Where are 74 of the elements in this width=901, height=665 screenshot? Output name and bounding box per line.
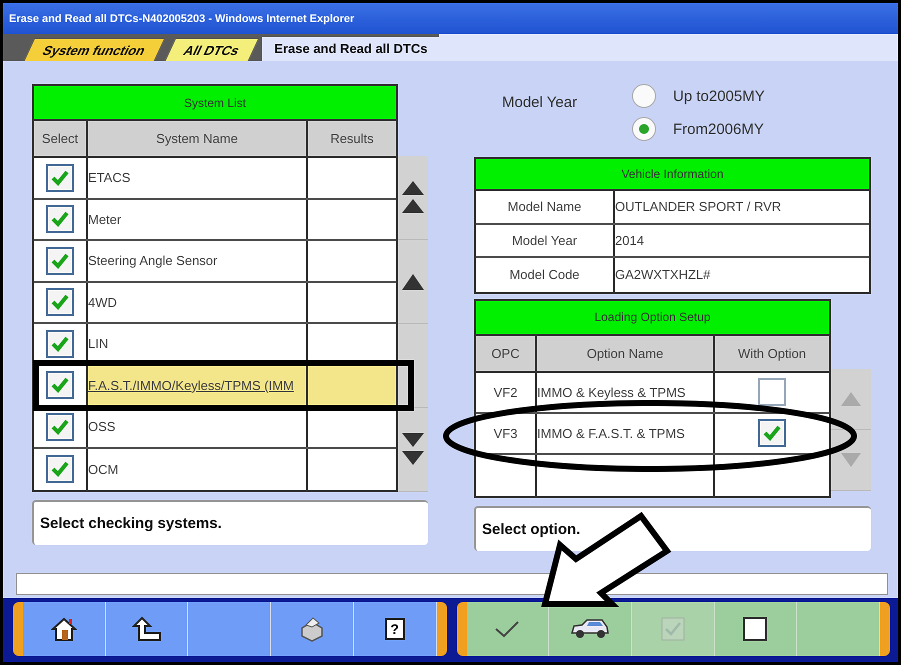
column-header: With Option xyxy=(737,344,807,363)
panel-end-cap xyxy=(436,602,446,656)
system-name-cell[interactable]: ETACS xyxy=(88,158,308,198)
toolbar-button[interactable] xyxy=(106,602,188,656)
check-icon xyxy=(50,459,70,480)
message-text: Select option. xyxy=(482,520,580,538)
radio-button[interactable] xyxy=(632,117,656,141)
option-name-cell: IMMO & Keyless & TPMS xyxy=(537,372,715,412)
radio-label: Up to2005MY xyxy=(673,88,765,104)
toolbar-button[interactable]: ? xyxy=(354,602,437,656)
opc-cell: VF3 xyxy=(476,414,537,452)
system-name-cell[interactable]: F.A.S.T./IMMO/Keyless/TPMS (IMM xyxy=(88,366,308,405)
home-icon xyxy=(50,616,77,642)
radio-button[interactable] xyxy=(632,84,656,108)
panel-end-cap xyxy=(13,602,23,656)
checkbox[interactable] xyxy=(46,371,74,400)
label-cell: Model Code xyxy=(476,258,615,292)
radio-label: From2006MY xyxy=(673,120,764,138)
system-name-cell[interactable]: Steering Angle Sensor xyxy=(88,241,308,280)
toolbar-button[interactable] xyxy=(714,602,798,656)
table-title: Vehicle Information xyxy=(476,159,869,191)
column-header: Select xyxy=(34,121,88,156)
check-icon xyxy=(50,292,70,312)
checkbox[interactable] xyxy=(46,455,74,484)
breadcrumb-tab[interactable]: All DTCs xyxy=(164,38,260,61)
check-icon xyxy=(50,209,70,230)
window-title: Erase and Read all DTCs-N402005203 - Windows Internet Explorer xyxy=(9,12,354,24)
label-cell: Model Name xyxy=(476,191,615,222)
value-cell-text: 2014 xyxy=(615,232,645,250)
option-name-cell: IMMO & F.A.S.T. & TPMS xyxy=(537,414,715,452)
checkbox[interactable] xyxy=(46,330,74,358)
check-icon xyxy=(494,619,520,639)
checkbox[interactable] xyxy=(46,164,74,192)
checked-box-icon xyxy=(660,617,685,641)
checkbox[interactable] xyxy=(46,246,74,275)
label-cell: Model Year xyxy=(476,224,615,256)
table-title: Loading Option Setup xyxy=(476,300,829,336)
checkbox[interactable] xyxy=(46,288,74,316)
double-down-arrow-icon xyxy=(402,432,424,466)
column-header: Results xyxy=(329,130,375,148)
system-name-cell[interactable]: LIN xyxy=(88,324,308,364)
check-icon xyxy=(762,423,782,443)
system-name-cell[interactable]: OCM xyxy=(88,448,308,490)
value-cell-text: OUTLANDER SPORT / RVR xyxy=(615,198,782,216)
check-icon xyxy=(50,375,70,396)
system-name-cell[interactable]: Meter xyxy=(88,200,308,239)
help-icon: ? xyxy=(384,618,405,640)
checkbox[interactable] xyxy=(46,205,74,234)
breadcrumb-tab[interactable]: System function xyxy=(24,38,166,61)
panel-end-cap xyxy=(880,602,890,656)
up-arrow-icon xyxy=(402,274,424,290)
down-arrow-icon xyxy=(841,452,861,466)
column-header: OPC xyxy=(476,336,537,370)
value-cell-text: GA2WXTXHZL# xyxy=(615,266,712,284)
empty-box-icon xyxy=(743,617,768,641)
opc-cell: VF2 xyxy=(476,372,537,412)
checkbox[interactable] xyxy=(758,419,786,447)
table-title: System List xyxy=(34,86,396,121)
checkbox[interactable] xyxy=(758,378,786,406)
checkbox[interactable] xyxy=(46,412,74,441)
panel-end-cap xyxy=(456,602,466,656)
system-name-cell[interactable]: 4WD xyxy=(88,282,308,322)
up-arrow-icon xyxy=(841,392,861,406)
car-icon xyxy=(570,618,610,640)
column-header: Option Name xyxy=(537,336,715,370)
toolbar-button[interactable] xyxy=(23,602,106,656)
toolbar-button[interactable] xyxy=(549,602,632,656)
message-text: Select checking systems. xyxy=(40,515,222,532)
back-arrow-icon xyxy=(132,616,162,642)
column-header: System Name xyxy=(88,121,308,156)
field-label: Model Year xyxy=(502,94,578,113)
double-up-arrow-icon xyxy=(402,180,424,214)
system-name-cell[interactable]: OSS xyxy=(88,407,308,446)
breadcrumb-tab[interactable]: Erase and Read all DTCs xyxy=(262,37,440,61)
